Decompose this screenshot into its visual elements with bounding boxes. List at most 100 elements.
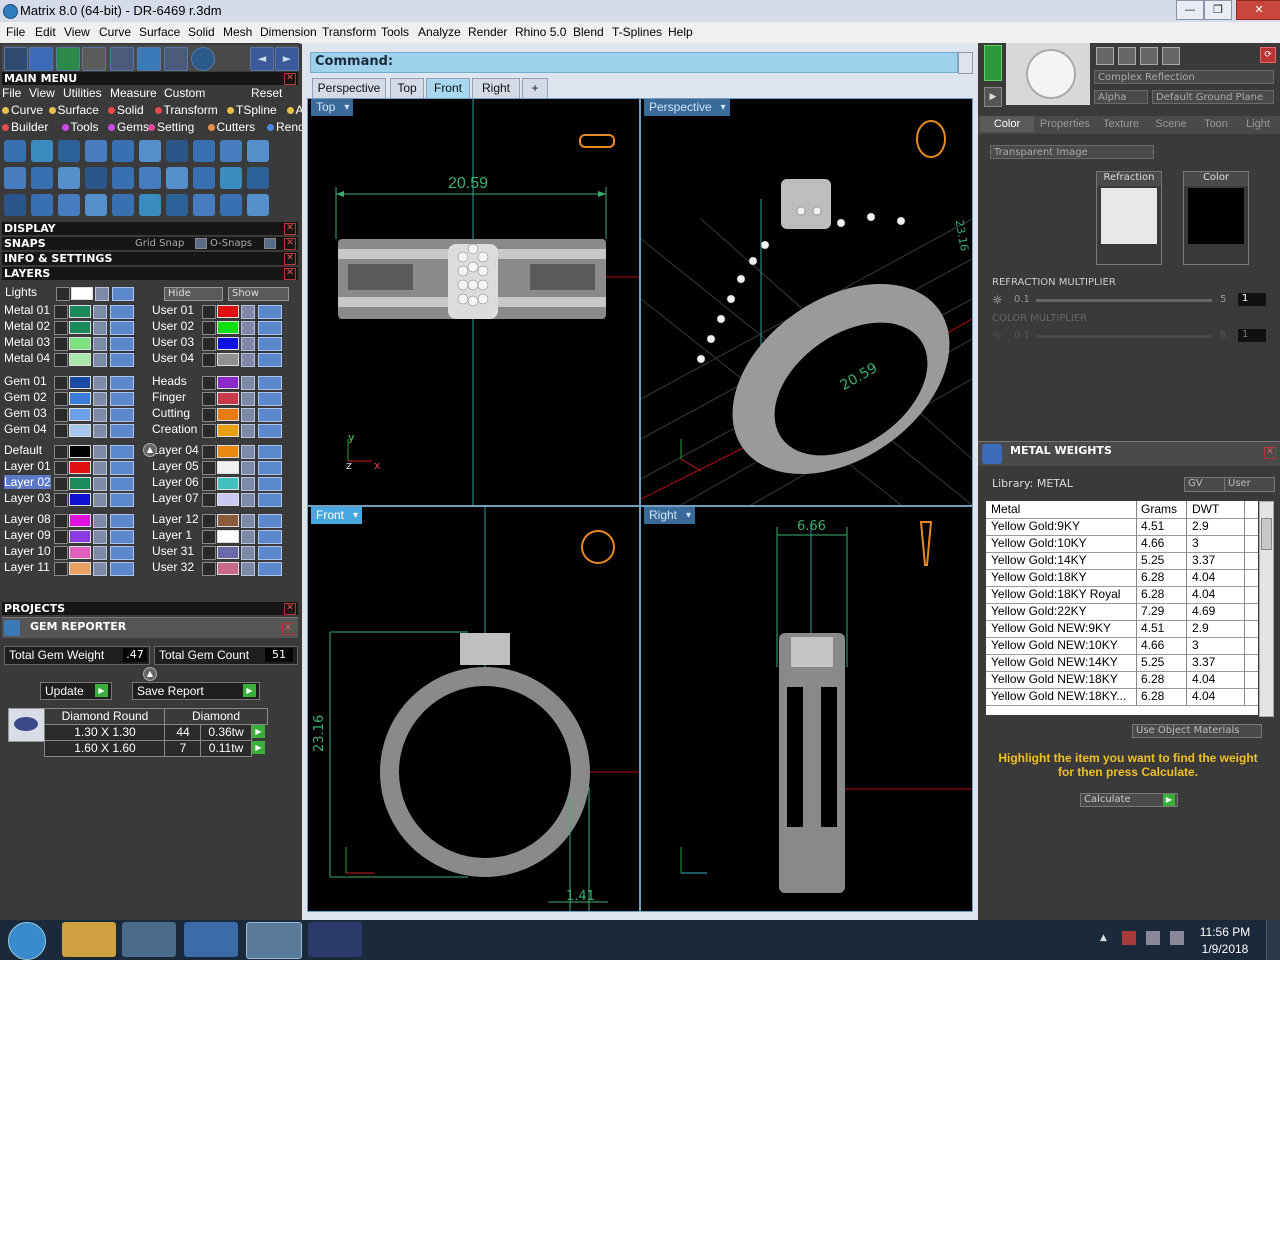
- lights-visibility-toggle[interactable]: [112, 287, 134, 301]
- layer-color-swatch[interactable]: [217, 493, 239, 506]
- menu-surface[interactable]: Surface: [139, 25, 180, 39]
- layer-expand-arrow[interactable]: [54, 445, 68, 459]
- layer-row[interactable]: Layer 1: [150, 528, 290, 544]
- metal-table-row[interactable]: Yellow Gold:14KY 5.25 3.37: [986, 552, 1258, 570]
- refraction-value-input[interactable]: 1: [1238, 293, 1266, 306]
- menu-mesh[interactable]: Mesh: [223, 25, 252, 39]
- layer-expand-arrow[interactable]: [202, 514, 216, 528]
- layer-name[interactable]: Creation: [152, 422, 197, 436]
- tool-button-icon[interactable]: [220, 194, 242, 216]
- category-transform[interactable]: Transform: [154, 103, 218, 117]
- grid-snap-toggle[interactable]: [195, 238, 207, 249]
- layer-color-swatch[interactable]: [69, 546, 91, 559]
- layer-row[interactable]: Metal 01: [2, 303, 142, 319]
- layer-color-swatch[interactable]: [217, 477, 239, 490]
- layer-row[interactable]: Layer 03: [2, 491, 142, 507]
- layer-expand-arrow[interactable]: [54, 408, 68, 422]
- layer-expand-arrow[interactable]: [54, 376, 68, 390]
- play-render-icon[interactable]: ▶: [984, 87, 1002, 107]
- metal-table-row[interactable]: Yellow Gold NEW:14KY 5.25 3.37: [986, 654, 1258, 672]
- layer-visibility-toggle[interactable]: [258, 514, 282, 528]
- layer-name[interactable]: Layer 04: [152, 443, 199, 457]
- command-scroll[interactable]: [958, 52, 973, 74]
- tool-button-icon[interactable]: [247, 194, 269, 216]
- layer-name[interactable]: Gem 02: [4, 390, 47, 404]
- layer-visibility-toggle[interactable]: [258, 353, 282, 367]
- tool-button-icon[interactable]: [166, 167, 188, 189]
- menu-measure[interactable]: Measure: [110, 86, 157, 100]
- layer-visibility-toggle[interactable]: [258, 305, 282, 319]
- layer-lock-icon[interactable]: [241, 546, 255, 560]
- tool-button-icon[interactable]: [31, 194, 53, 216]
- layer-row[interactable]: Creation: [150, 422, 290, 438]
- tray-expand-icon[interactable]: ▲: [1100, 933, 1107, 943]
- layer-visibility-toggle[interactable]: [110, 477, 134, 491]
- layer-row[interactable]: Layer 09: [2, 528, 142, 544]
- close-window-button[interactable]: ✕: [1236, 0, 1280, 20]
- tool-button-icon[interactable]: [220, 140, 242, 162]
- layer-row[interactable]: Cutting: [150, 406, 290, 422]
- layer-lock-icon[interactable]: [241, 493, 255, 507]
- menu-file[interactable]: File: [6, 25, 25, 39]
- gem-app-taskbar-icon[interactable]: [308, 922, 362, 957]
- tool-button-icon[interactable]: [31, 140, 53, 162]
- layer-name[interactable]: Gem 04: [4, 422, 47, 436]
- play-arrow-icon[interactable]: ▶: [252, 725, 265, 738]
- layer-row[interactable]: Default: [2, 443, 142, 459]
- layer-name[interactable]: Metal 04: [4, 351, 50, 365]
- matrix-taskbar-icon[interactable]: [246, 922, 302, 959]
- category-tspline[interactable]: TSpline: [227, 103, 277, 117]
- tool-button-icon[interactable]: [193, 194, 215, 216]
- layer-expand-arrow[interactable]: [202, 546, 216, 560]
- media-player-icon[interactable]: [122, 922, 176, 957]
- menu-render[interactable]: Render: [468, 25, 507, 39]
- layer-lock-icon[interactable]: [93, 353, 107, 367]
- layer-name[interactable]: Layer 03: [4, 491, 51, 505]
- tool-button-icon[interactable]: [166, 140, 188, 162]
- layer-color-swatch[interactable]: [69, 353, 91, 366]
- tab-add[interactable]: +: [522, 78, 548, 99]
- curve-tool-icon[interactable]: [82, 47, 106, 71]
- layer-row[interactable]: Layer 06: [150, 475, 290, 491]
- tool-button-icon[interactable]: [193, 140, 215, 162]
- layer-lock-icon[interactable]: [93, 514, 107, 528]
- layer-lock-icon[interactable]: [241, 445, 255, 459]
- tool-button-icon[interactable]: [220, 167, 242, 189]
- layer-name[interactable]: Heads: [152, 374, 187, 388]
- layer-lock-icon[interactable]: [93, 392, 107, 406]
- layer-visibility-toggle[interactable]: [110, 337, 134, 351]
- layer-expand-arrow[interactable]: [202, 376, 216, 390]
- layer-color-swatch[interactable]: [69, 493, 91, 506]
- layer-visibility-toggle[interactable]: [110, 424, 134, 438]
- layer-expand-arrow[interactable]: [202, 392, 216, 406]
- tab-top[interactable]: Top: [390, 78, 424, 99]
- layer-expand-arrow[interactable]: [202, 305, 216, 319]
- color-value-input[interactable]: 1: [1238, 329, 1266, 342]
- layer-row[interactable]: Gem 02: [2, 390, 142, 406]
- layer-expand-arrow[interactable]: [202, 408, 216, 422]
- layer-name[interactable]: Layer 05: [152, 459, 199, 473]
- matrix-logo-icon[interactable]: [29, 47, 53, 71]
- tool-button-icon[interactable]: [4, 140, 26, 162]
- menu-blend[interactable]: Blend: [573, 25, 604, 39]
- layer-name[interactable]: User 32: [152, 560, 194, 574]
- metal-table-row[interactable]: Yellow Gold:22KY 7.29 4.69: [986, 603, 1258, 621]
- scrollbar-thumb[interactable]: [1261, 518, 1272, 550]
- layer-name[interactable]: Metal 02: [4, 319, 50, 333]
- layer-name[interactable]: Layer 01: [4, 459, 51, 473]
- layer-lock-icon[interactable]: [241, 461, 255, 475]
- layer-expand-arrow[interactable]: [202, 493, 216, 507]
- layer-expand-arrow[interactable]: [54, 562, 68, 576]
- calculate-button[interactable]: Calculate ▶: [1080, 793, 1178, 807]
- layer-row[interactable]: Layer 07: [150, 491, 290, 507]
- layer-visibility-toggle[interactable]: [258, 321, 282, 335]
- layer-lock-icon[interactable]: [93, 530, 107, 544]
- layer-row[interactable]: User 02: [150, 319, 290, 335]
- layer-name[interactable]: User 31: [152, 544, 194, 558]
- viewport-perspective[interactable]: Perspective 20.59 23.16: [640, 98, 973, 506]
- layer-expand-arrow[interactable]: [54, 353, 68, 367]
- layer-lock-icon[interactable]: [241, 530, 255, 544]
- user-toggle[interactable]: User: [1224, 477, 1275, 492]
- layer-expand-arrow[interactable]: [202, 477, 216, 491]
- layer-row[interactable]: User 03: [150, 335, 290, 351]
